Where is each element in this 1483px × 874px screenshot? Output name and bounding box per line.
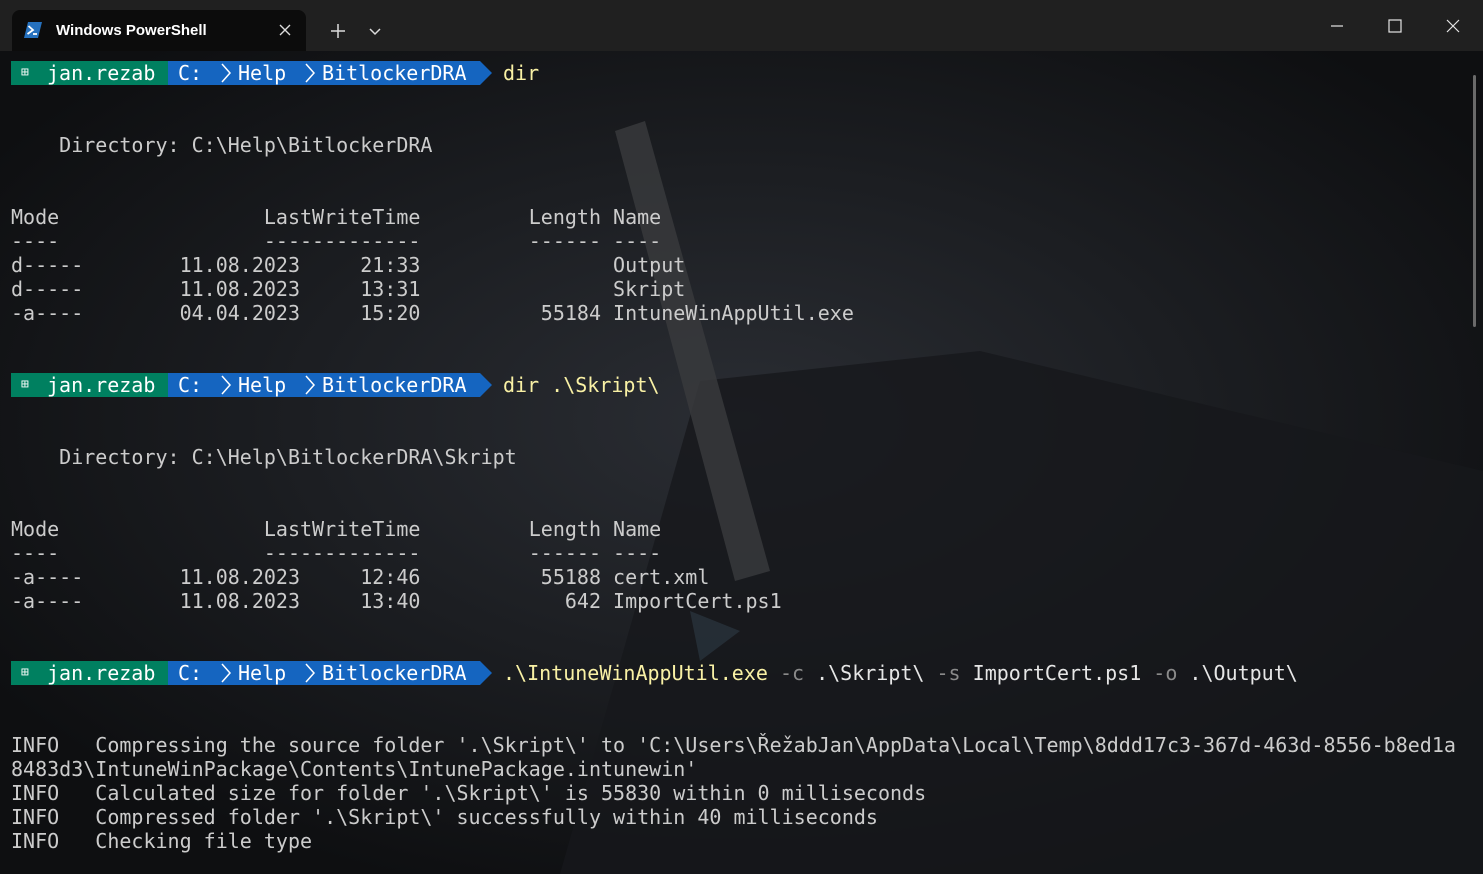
table-row: -a---- 04.04.2023 15:20 55184 IntuneWinA… — [11, 301, 854, 325]
table-row: -a---- 11.08.2023 13:40 642 ImportCert.p… — [11, 589, 782, 613]
prompt-folder2: BitlockerDRA — [322, 373, 467, 397]
prompt-drive: C: — [178, 373, 203, 397]
powershell-icon — [24, 22, 42, 38]
command-flag: -s — [936, 661, 961, 685]
prompt-drive-segment: C: — [168, 373, 219, 397]
close-window-button[interactable] — [1438, 10, 1468, 40]
command-arg: .\Output\ — [1189, 661, 1298, 685]
prompt-drive-segment: C: — [168, 661, 219, 685]
chevron-right-icon — [305, 63, 316, 83]
prompt-folder1: Help — [238, 661, 287, 685]
table-header: Mode LastWriteTime Length Name — [11, 517, 662, 541]
tab-title: Windows PowerShell — [56, 22, 207, 39]
close-icon — [1446, 19, 1460, 33]
command-arg: .\Skript\ — [816, 661, 925, 685]
prompt-folder2-segment: BitlockerDRA — [303, 61, 480, 85]
table-row: d----- 11.08.2023 13:31 Skript — [11, 277, 686, 301]
chevron-right-icon — [221, 375, 232, 395]
prompt-folder1: Help — [238, 61, 287, 85]
prompt-folder1-segment: Help — [219, 61, 303, 85]
prompt-user-segment: ⊞ jan.rezab — [11, 61, 168, 85]
command-flag: -o — [1153, 661, 1178, 685]
scrollbar[interactable] — [1473, 75, 1476, 327]
prompt-1: ⊞ jan.rezab C: Help BitlockerDRA dir — [11, 61, 539, 85]
chevron-right-icon — [221, 63, 232, 83]
prompt-2: ⊞ jan.rezab C: Help BitlockerDRA dir .\S… — [11, 373, 660, 397]
prompt-folder2-segment: BitlockerDRA — [303, 661, 480, 685]
table-row: -a---- 11.08.2023 12:46 55188 cert.xml — [11, 565, 710, 589]
prompt-user-segment: ⊞ jan.rezab — [11, 661, 168, 685]
prompt-end-arrow — [480, 61, 492, 85]
command-text: .\IntuneWinAppUtil.exe -c .\Skript\ -s I… — [503, 661, 1298, 685]
output-line: INFO Calculated size for folder '.\Skrip… — [11, 781, 927, 805]
windows-icon: ⊞ — [21, 377, 29, 392]
chevron-right-icon — [305, 375, 316, 395]
table-header: Mode LastWriteTime Length Name — [11, 205, 662, 229]
output-line: INFO Compressed folder '.\Skript\' succe… — [11, 805, 878, 829]
title-bar: Windows PowerShell — [0, 0, 1483, 51]
new-tab-icon[interactable] — [326, 19, 350, 43]
prompt-drive: C: — [178, 61, 203, 85]
maximize-icon — [1388, 19, 1402, 33]
prompt-folder1: Help — [238, 373, 287, 397]
directory-label: Directory: C:\Help\BitlockerDRA\Skript — [11, 445, 517, 469]
prompt-end-arrow — [480, 373, 492, 397]
command-text: dir — [503, 61, 540, 85]
prompt-drive: C: — [178, 661, 203, 685]
command-arg: ImportCert.ps1 — [972, 661, 1142, 685]
chevron-down-icon[interactable] — [366, 23, 384, 41]
prompt-3: ⊞ jan.rezab C: Help BitlockerDRA .\Intun… — [11, 661, 1298, 685]
command-text: dir .\Skript\ — [503, 373, 660, 397]
prompt-folder1-segment: Help — [219, 661, 303, 685]
output-line: 8483d3\IntuneWinPackage\Contents\IntuneP… — [11, 757, 698, 781]
table-row: d----- 11.08.2023 21:33 Output — [11, 253, 686, 277]
prompt-drive-segment: C: — [168, 61, 219, 85]
table-underline: ---- ------------- ------ ---- — [11, 229, 662, 253]
maximize-button[interactable] — [1380, 10, 1410, 40]
chevron-right-icon — [305, 663, 316, 683]
output-line: INFO Compressing the source folder '.\Sk… — [11, 733, 1456, 757]
prompt-folder2-segment: BitlockerDRA — [303, 373, 480, 397]
minimize-icon — [1331, 25, 1343, 27]
command-exe: .\IntuneWinAppUtil.exe — [503, 661, 768, 685]
table-underline: ---- ------------- ------ ---- — [11, 541, 662, 565]
close-tab-icon[interactable] — [276, 21, 294, 39]
windows-icon: ⊞ — [21, 665, 29, 680]
prompt-end-arrow — [480, 661, 492, 685]
minimize-button[interactable] — [1322, 10, 1352, 40]
tab-windows-powershell[interactable]: Windows PowerShell — [12, 10, 306, 51]
prompt-folder2: BitlockerDRA — [322, 61, 467, 85]
output-line: INFO Checking file type — [11, 829, 313, 853]
command-flag: -c — [779, 661, 805, 685]
prompt-user: jan.rezab — [47, 61, 156, 85]
prompt-folder2: BitlockerDRA — [322, 661, 467, 685]
prompt-user: jan.rezab — [47, 373, 156, 397]
prompt-folder1-segment: Help — [219, 373, 303, 397]
windows-icon: ⊞ — [21, 65, 29, 80]
chevron-right-icon — [221, 663, 232, 683]
prompt-user: jan.rezab — [47, 661, 156, 685]
directory-label: Directory: C:\Help\BitlockerDRA — [11, 133, 433, 157]
prompt-user-segment: ⊞ jan.rezab — [11, 373, 168, 397]
